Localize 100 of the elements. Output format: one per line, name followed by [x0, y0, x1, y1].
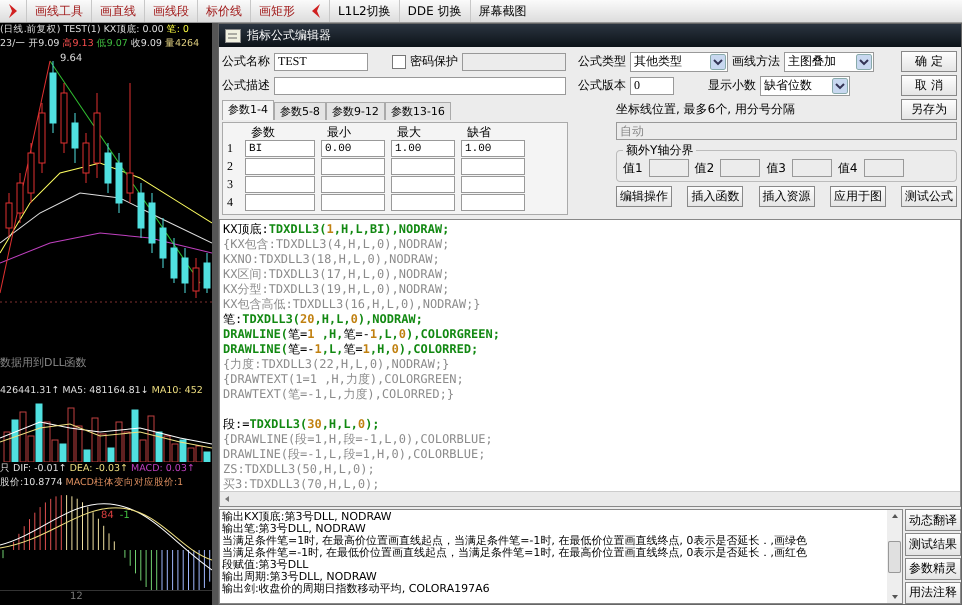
checkbox-label: 密码保护	[410, 53, 458, 70]
save-as-button[interactable]: 另存为	[901, 99, 957, 120]
row-number: 4	[227, 195, 234, 210]
version-input[interactable]: 0	[630, 76, 674, 94]
macd-info-text: DEA: -0.03↑	[70, 462, 128, 476]
field-label: 值4	[838, 160, 858, 176]
param-input[interactable]	[461, 194, 525, 211]
name-input[interactable]: TEST	[274, 52, 368, 70]
chevron-down-icon[interactable]	[856, 54, 872, 70]
vertical-scrollbar[interactable]	[887, 510, 902, 603]
action-button[interactable]: 应用于图	[830, 186, 886, 207]
params-tab[interactable]: 参数1-4	[222, 100, 274, 120]
toolbar-button[interactable]: 屏幕截图	[470, 0, 535, 22]
params-tab[interactable]: 参数9-12	[326, 102, 385, 120]
volume-info-text: 426441.31↑	[0, 384, 60, 398]
field-label: 显示小数	[708, 77, 756, 94]
volume-info-text: MA5: 481164.81↓	[62, 384, 149, 398]
action-button[interactable]: 测试公式	[901, 186, 957, 207]
horizontal-scrollbar[interactable]	[220, 491, 960, 506]
param-input[interactable]: BI	[245, 140, 315, 157]
chevron-right-icon[interactable]	[8, 4, 18, 18]
macd-info-text: 只	[0, 462, 10, 476]
candle	[192, 258, 200, 298]
field-label: 公式版本	[578, 77, 626, 94]
output-button[interactable]: 参数精灵	[905, 558, 961, 580]
password-checkbox[interactable]	[392, 54, 406, 68]
output-line: 输出剑:收盘价的周期日指数移动平均, COLORA197A6	[222, 583, 491, 595]
param-input[interactable]	[245, 194, 315, 211]
candle	[16, 172, 24, 224]
description-input[interactable]	[274, 76, 566, 94]
code-line: {DRAWLINE(段=1,H,段=-1,L,0),COLORBLUE;	[223, 432, 494, 447]
macd-mark-label: -1	[118, 510, 131, 521]
code-line: 段:=TDXDLL3(30,H,L,0);	[223, 417, 381, 432]
chevron-down-icon[interactable]	[832, 78, 848, 94]
bound-input[interactable]	[792, 159, 832, 177]
param-input[interactable]	[391, 158, 455, 175]
param-input[interactable]	[461, 176, 525, 193]
field-label: 公式描述	[222, 77, 270, 94]
toolbar-button[interactable]: 标价线	[197, 0, 250, 22]
output-button[interactable]: 测试结果	[905, 533, 961, 556]
toolbar-button[interactable]: 画线段	[144, 0, 197, 22]
window-title: 指标公式编辑器	[247, 27, 331, 44]
output-line: 输出周期:第3号DLL, NODRAW	[222, 571, 378, 583]
param-input[interactable]	[461, 158, 525, 175]
code-line: DRAWTEXT(笔=-1,L,力度),COLORRED;}	[223, 387, 456, 402]
toolbar-button[interactable]: 画直线	[91, 0, 144, 22]
code-line: {KX包含:TDXDLL3(4,H,L,0),NODRAW;	[223, 237, 450, 252]
action-button[interactable]: 插入资源	[758, 186, 814, 207]
output-button[interactable]: 用法注释	[905, 582, 961, 604]
candle	[148, 192, 156, 254]
param-input[interactable]	[245, 158, 315, 175]
cancel-button[interactable]: 取 消	[901, 75, 957, 96]
chart-info-text: 量4264	[164, 37, 200, 51]
toolbar-button[interactable]: L1L2切换	[329, 0, 399, 22]
draw-method-dropdown[interactable]: 主图叠加	[784, 52, 874, 72]
row-number: 3	[227, 177, 234, 192]
bound-input[interactable]	[648, 159, 689, 177]
param-input[interactable]: 1.00	[391, 140, 455, 157]
toolbar-button[interactable]: DDE 切换	[398, 0, 470, 22]
bound-input[interactable]	[720, 159, 760, 177]
param-input[interactable]	[391, 194, 455, 211]
param-input[interactable]	[391, 176, 455, 193]
axis-lines-input[interactable]: 自动	[616, 122, 957, 140]
param-input[interactable]	[245, 176, 315, 193]
chart-info-text: 收9.09	[130, 37, 162, 51]
scroll-up-icon[interactable]	[890, 512, 898, 520]
code-line: 买3:TDXDLL3(70,H,L,0);	[223, 477, 380, 491]
scroll-thumb[interactable]	[888, 540, 901, 572]
scroll-left-icon[interactable]	[223, 495, 231, 503]
scroll-down-icon[interactable]	[890, 593, 898, 601]
code-line: KX分型:TDXDLL3(19,H,L,0),NODRAW;	[223, 282, 450, 297]
param-input[interactable]	[321, 194, 385, 211]
code-line: DRAWLINE(段=-1,L,段=1,H,0),COLORBLUE;	[223, 447, 486, 462]
decimals-dropdown[interactable]: 缺省位数	[760, 76, 850, 96]
bound-input[interactable]	[864, 159, 904, 177]
code-line: KX区间:TDXDLL3(17,H,L,0),NODRAW;	[223, 267, 450, 282]
volume-info-text: MA10: 452	[152, 384, 203, 398]
candle	[160, 218, 166, 268]
candle	[72, 112, 78, 164]
action-button[interactable]: 编辑操作	[616, 186, 672, 207]
param-input[interactable]	[321, 158, 385, 175]
action-button[interactable]: 插入函数	[687, 186, 744, 207]
output-button[interactable]: 动态翻译	[905, 509, 961, 532]
column-header: 参数	[250, 125, 276, 139]
params-tab[interactable]: 参数5-8	[274, 102, 326, 120]
param-input[interactable]	[321, 176, 385, 193]
param-input[interactable]: 1.00	[461, 140, 525, 157]
toolbar-button[interactable]: 画矩形	[250, 0, 303, 22]
chevron-down-icon[interactable]	[710, 54, 726, 70]
type-dropdown[interactable]: 其他类型	[630, 52, 728, 72]
chevron-left-icon[interactable]	[311, 4, 321, 18]
ok-button[interactable]: 确 定	[901, 51, 957, 72]
code-line: {力度:TDXDLL3(22,H,L,0),NODRAW;}	[223, 357, 450, 372]
params-tab[interactable]: 参数13-16	[384, 102, 451, 120]
chart-info-text: 笔: 0	[166, 23, 189, 37]
code-line: ZS:TDXDLL3(50,H,L,0);	[223, 462, 376, 477]
param-input[interactable]: 0.00	[321, 140, 385, 157]
candle	[170, 238, 178, 284]
output-line: 当满足条件笔=1时, 在最高价位置画直线起点，当满足条件笔=-1时, 在最低价位置画直线终点, 0表示是否延长．,画绿色	[222, 535, 808, 547]
toolbar-button[interactable]: 画线工具	[26, 0, 91, 22]
